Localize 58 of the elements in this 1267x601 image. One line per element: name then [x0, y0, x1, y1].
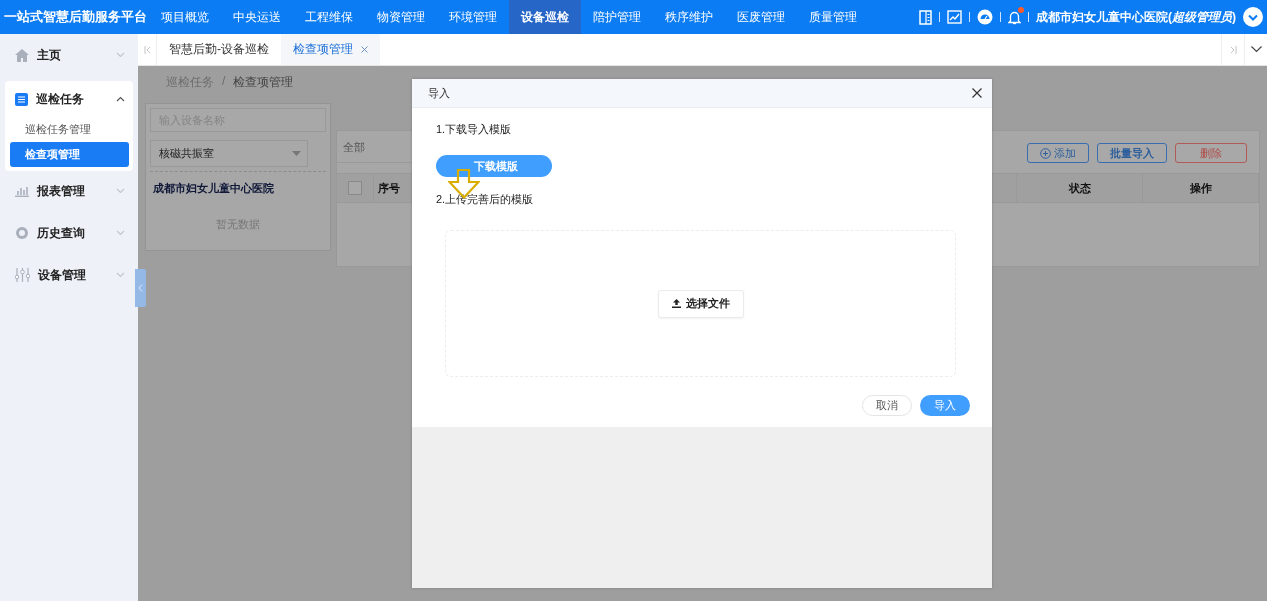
nav-tab[interactable]: 物资管理 [365, 0, 437, 34]
sidebar-item[interactable]: 主页 [5, 37, 133, 73]
download-button[interactable]: 下载模版 [436, 155, 552, 177]
nav-tab[interactable]: 中央运送 [221, 0, 293, 34]
sliders-icon [15, 268, 30, 282]
page-tab[interactable]: 智慧后勤-设备巡检 [157, 34, 281, 65]
action-button[interactable]: 删除 [1175, 143, 1247, 163]
sidebar-item[interactable]: 设备管理 [5, 257, 133, 293]
column-header: 操作 [1189, 180, 1212, 196]
scroll-right-icon[interactable] [1229, 45, 1237, 54]
chevron-up-icon[interactable] [116, 96, 125, 102]
app-title: 一站式智慧后勤服务平台 [3, 8, 148, 26]
sidebar-subitem[interactable]: 巡检任务管理 [10, 117, 129, 142]
list-icon [15, 92, 28, 106]
chevron-left-icon[interactable] [138, 284, 143, 292]
sidebar-subitem[interactable]: 检查项管理 [10, 142, 129, 167]
plus-circle-icon [1040, 147, 1051, 159]
checkbox[interactable] [348, 181, 362, 195]
home-icon [15, 48, 29, 62]
tree-node[interactable]: 成都市妇女儿童中心医院 [150, 171, 326, 205]
document-icon[interactable] [919, 9, 932, 25]
bar-chart-icon [15, 185, 29, 197]
nav-tab[interactable]: 工程维保 [293, 0, 365, 34]
chart-icon[interactable] [947, 10, 962, 24]
chevron-down-icon[interactable] [1250, 46, 1262, 53]
room-select[interactable]: 核磁共振室 [150, 140, 308, 167]
nav-tab[interactable]: 秩序维护 [653, 0, 725, 34]
dropdown-icon [292, 151, 301, 156]
collapse-handle[interactable] [135, 269, 146, 307]
sidebar-item[interactable]: 历史查询 [5, 215, 133, 251]
sidebar-item[interactable]: 报表管理 [5, 173, 133, 209]
nav-tab[interactable]: 设备巡检 [509, 0, 581, 34]
account-menu-button[interactable] [1243, 7, 1263, 27]
upload-area[interactable]: 选择文件 [445, 230, 956, 377]
page-tab[interactable]: 检查项管理 [281, 34, 380, 65]
nav-tab[interactable]: 环境管理 [437, 0, 509, 34]
choose-file-button[interactable]: 选择文件 [657, 289, 744, 318]
dialog-button[interactable]: 导入 [920, 395, 970, 416]
bell-icon[interactable] [1008, 9, 1021, 25]
breadcrumb-item: 检查项管理 [233, 74, 294, 91]
breadcrumb-separator: / [222, 74, 226, 90]
nav-tab[interactable]: 质量管理 [797, 0, 869, 34]
dialog-button[interactable]: 取消 [862, 395, 912, 416]
user-name[interactable]: 成都市妇女儿童中心医院(超级管理员) [1036, 8, 1236, 26]
nav-tab[interactable]: 项目概览 [149, 0, 221, 34]
nav-tab[interactable]: 医废管理 [725, 0, 797, 34]
nav-tab[interactable]: 陪护管理 [581, 0, 653, 34]
column-header: 序号 [378, 180, 400, 196]
close-icon[interactable] [972, 88, 982, 98]
dialog-title: 导入 [428, 85, 450, 101]
dashboard-icon[interactable] [977, 9, 993, 25]
action-button[interactable]: 批量导入 [1097, 143, 1167, 163]
upload-icon [671, 299, 681, 308]
scroll-left-icon[interactable] [143, 45, 151, 54]
column-header: 状态 [1068, 180, 1091, 196]
sidebar-item[interactable]: 巡检任务 [5, 81, 133, 117]
step-label: 1.下载导入模版 [436, 122, 512, 137]
action-button[interactable]: 添加 [1027, 143, 1089, 163]
